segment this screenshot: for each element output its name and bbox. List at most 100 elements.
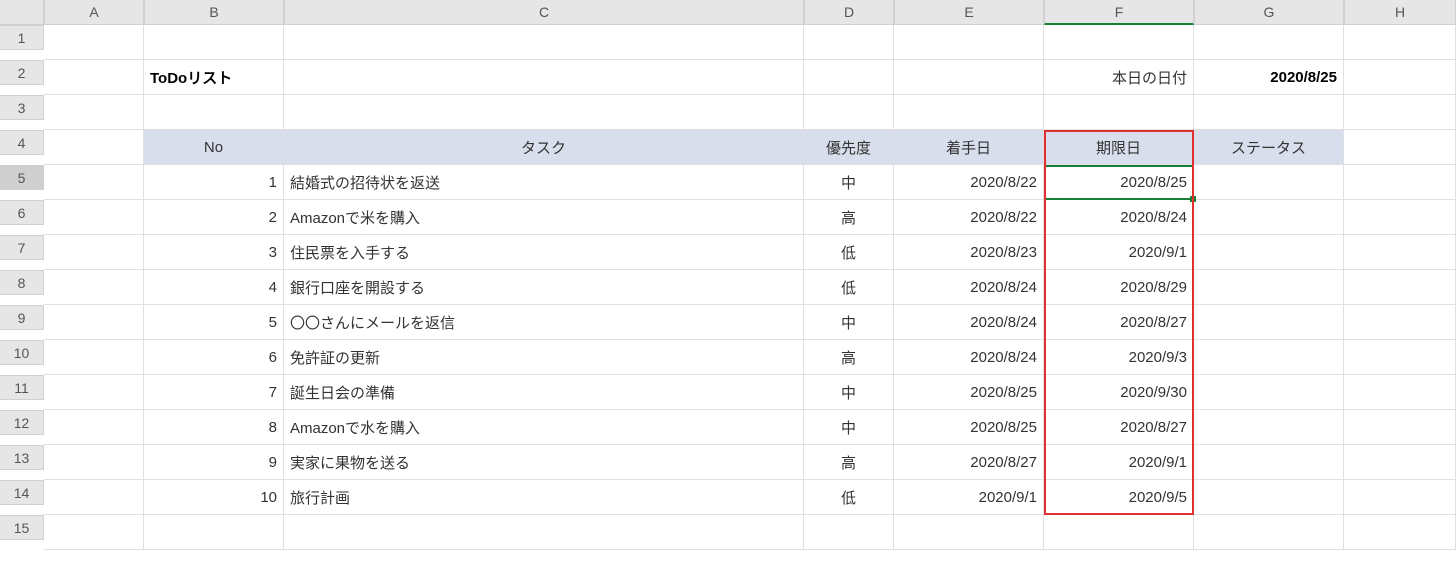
cell-B3[interactable] [144,95,284,130]
cell-B5[interactable]: 1 [144,165,284,200]
cell-H11[interactable] [1344,375,1456,410]
cell-C14[interactable]: 旅行計画 [284,480,804,515]
row-header-6[interactable]: 6 [0,200,44,225]
cell-F9[interactable]: 2020/8/27 [1044,305,1194,340]
col-header-B[interactable]: B [144,0,284,25]
cell-F14[interactable]: 2020/9/5 [1044,480,1194,515]
row-header-3[interactable]: 3 [0,95,44,120]
cell-F10[interactable]: 2020/9/3 [1044,340,1194,375]
cell-G3[interactable] [1194,95,1344,130]
cell-H13[interactable] [1344,445,1456,480]
cell-G1[interactable] [1194,25,1344,60]
cell-C5[interactable]: 結婚式の招待状を返送 [284,165,804,200]
cell-E1[interactable] [894,25,1044,60]
cell-H10[interactable] [1344,340,1456,375]
cell-G14[interactable] [1194,480,1344,515]
cell-D8[interactable]: 低 [804,270,894,305]
cell-F6[interactable]: 2020/8/24 [1044,200,1194,235]
cell-E3[interactable] [894,95,1044,130]
col-header-G[interactable]: G [1194,0,1344,25]
cell-F15[interactable] [1044,515,1194,550]
cell-A5[interactable] [44,165,144,200]
col-header-E[interactable]: E [894,0,1044,25]
cell-G5[interactable] [1194,165,1344,200]
cell-C9[interactable]: 〇〇さんにメールを返信 [284,305,804,340]
row-header-14[interactable]: 14 [0,480,44,505]
col-header-A[interactable]: A [44,0,144,25]
cell-E10[interactable]: 2020/8/24 [894,340,1044,375]
cell-G6[interactable] [1194,200,1344,235]
cell-B1[interactable] [144,25,284,60]
cell-F5[interactable]: 2020/8/25 [1044,165,1194,200]
cell-D6[interactable]: 高 [804,200,894,235]
cell-B14[interactable]: 10 [144,480,284,515]
cell-A1[interactable] [44,25,144,60]
col-header-C[interactable]: C [284,0,804,25]
cell-D9[interactable]: 中 [804,305,894,340]
cell-H15[interactable] [1344,515,1456,550]
cell-A7[interactable] [44,235,144,270]
cell-G8[interactable] [1194,270,1344,305]
cell-H14[interactable] [1344,480,1456,515]
cell-B2-title[interactable]: ToDoリスト [144,60,284,95]
cell-H8[interactable] [1344,270,1456,305]
cell-A9[interactable] [44,305,144,340]
cell-C1[interactable] [284,25,804,60]
row-header-8[interactable]: 8 [0,270,44,295]
cell-A4[interactable] [44,130,144,165]
cell-E5[interactable]: 2020/8/22 [894,165,1044,200]
header-priority[interactable]: 優先度 [804,130,894,165]
cell-B6[interactable]: 2 [144,200,284,235]
cell-H2[interactable] [1344,60,1456,95]
cell-G12[interactable] [1194,410,1344,445]
cell-C8[interactable]: 銀行口座を開設する [284,270,804,305]
fill-handle[interactable] [1190,196,1196,202]
header-no[interactable]: No [144,130,284,165]
cell-D1[interactable] [804,25,894,60]
cell-E11[interactable]: 2020/8/25 [894,375,1044,410]
cell-H5[interactable] [1344,165,1456,200]
cell-E12[interactable]: 2020/8/25 [894,410,1044,445]
cell-G7[interactable] [1194,235,1344,270]
cell-E13[interactable]: 2020/8/27 [894,445,1044,480]
cell-G2-today-value[interactable]: 2020/8/25 [1194,60,1344,95]
cell-B8[interactable]: 4 [144,270,284,305]
select-all-corner[interactable] [0,0,44,25]
cell-D11[interactable]: 中 [804,375,894,410]
cell-D10[interactable]: 高 [804,340,894,375]
cell-B12[interactable]: 8 [144,410,284,445]
cell-A6[interactable] [44,200,144,235]
cell-D13[interactable]: 高 [804,445,894,480]
cell-F2-today-label[interactable]: 本日の日付 [1044,60,1194,95]
cell-E14[interactable]: 2020/9/1 [894,480,1044,515]
cell-G15[interactable] [1194,515,1344,550]
cell-A8[interactable] [44,270,144,305]
cell-B9[interactable]: 5 [144,305,284,340]
col-header-F[interactable]: F [1044,0,1194,25]
cell-A13[interactable] [44,445,144,480]
cell-D14[interactable]: 低 [804,480,894,515]
row-header-5[interactable]: 5 [0,165,44,190]
cell-A3[interactable] [44,95,144,130]
cell-D15[interactable] [804,515,894,550]
row-header-4[interactable]: 4 [0,130,44,155]
cell-E7[interactable]: 2020/8/23 [894,235,1044,270]
cell-C6[interactable]: Amazonで米を購入 [284,200,804,235]
cell-B7[interactable]: 3 [144,235,284,270]
cell-D3[interactable] [804,95,894,130]
col-header-D[interactable]: D [804,0,894,25]
header-deadline[interactable]: 期限日 [1044,130,1194,165]
cell-C7[interactable]: 住民票を入手する [284,235,804,270]
cell-F12[interactable]: 2020/8/27 [1044,410,1194,445]
cell-C15[interactable] [284,515,804,550]
cell-C11[interactable]: 誕生日会の準備 [284,375,804,410]
header-task[interactable]: タスク [284,130,804,165]
row-header-2[interactable]: 2 [0,60,44,85]
row-header-10[interactable]: 10 [0,340,44,365]
cell-B13[interactable]: 9 [144,445,284,480]
cell-G11[interactable] [1194,375,1344,410]
cell-B11[interactable]: 7 [144,375,284,410]
cell-D2[interactable] [804,60,894,95]
cell-F11[interactable]: 2020/9/30 [1044,375,1194,410]
cell-H1[interactable] [1344,25,1456,60]
